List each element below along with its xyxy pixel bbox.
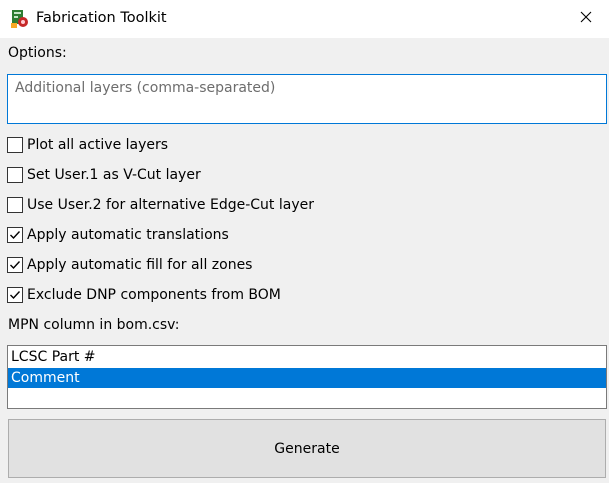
checkbox-box[interactable] <box>7 137 23 153</box>
checkbox-box[interactable] <box>7 197 23 213</box>
checkmark-icon <box>10 261 21 270</box>
list-item-lcsc-part[interactable]: LCSC Part # <box>8 347 606 367</box>
close-icon <box>580 11 592 27</box>
additional-layers-input[interactable] <box>7 74 607 124</box>
checkbox-label: Use User.2 for alternative Edge-Cut laye… <box>27 197 314 213</box>
checkbox-label: Plot all active layers <box>27 137 169 153</box>
checkbox-label: Set User.1 as V-Cut layer <box>27 167 201 183</box>
generate-button[interactable]: Generate <box>8 419 606 478</box>
mpn-column-listbox[interactable]: LCSC Part # Comment <box>7 345 607 409</box>
checkbox-box[interactable] <box>7 257 23 273</box>
checkbox-automatic-translations[interactable]: Apply automatic translations <box>7 225 229 245</box>
window-title: Fabrication Toolkit <box>36 10 167 26</box>
checkbox-plot-all-active-layers[interactable]: Plot all active layers <box>7 135 168 155</box>
checkbox-user1-vcut-layer[interactable]: Set User.1 as V-Cut layer <box>7 165 201 185</box>
mpn-column-label: MPN column in bom.csv: <box>8 317 180 333</box>
checkbox-box[interactable] <box>7 227 23 243</box>
title-bar: Fabrication Toolkit <box>0 0 609 38</box>
fabrication-toolkit-icon <box>10 9 30 29</box>
checkbox-box[interactable] <box>7 167 23 183</box>
checkbox-box[interactable] <box>7 287 23 303</box>
checkbox-label: Exclude DNP components from BOM <box>27 287 281 303</box>
checkmark-icon <box>10 291 21 300</box>
options-label: Options: <box>8 45 67 61</box>
close-button[interactable] <box>563 0 609 38</box>
list-item-comment[interactable]: Comment <box>8 368 606 388</box>
checkbox-label: Apply automatic translations <box>27 227 229 243</box>
checkmark-icon <box>10 231 21 240</box>
checkbox-user2-edge-cut-layer[interactable]: Use User.2 for alternative Edge-Cut laye… <box>7 195 314 215</box>
checkbox-label: Apply automatic fill for all zones <box>27 257 253 273</box>
checkbox-exclude-dnp-components[interactable]: Exclude DNP components from BOM <box>7 285 281 305</box>
checkbox-automatic-fill-zones[interactable]: Apply automatic fill for all zones <box>7 255 252 275</box>
fabrication-toolkit-window: Fabrication Toolkit Options: Plot all ac… <box>0 0 609 483</box>
